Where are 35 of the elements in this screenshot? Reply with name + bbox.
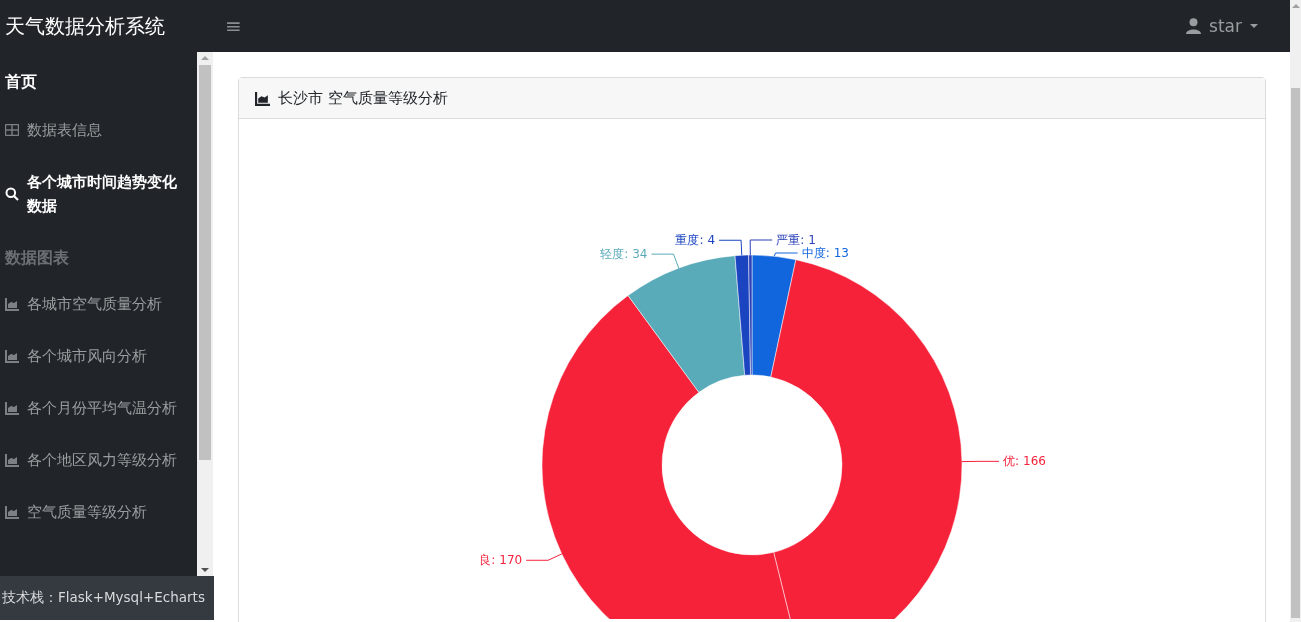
search-icon: [5, 187, 19, 201]
sidebar-item[interactable]: 各个地区风力等级分析: [0, 448, 197, 472]
slice-label: 中度: 13: [801, 246, 849, 260]
scrollbar[interactable]: [1290, 0, 1301, 622]
label-line: [525, 553, 563, 561]
slice-label: 严重: 1: [776, 233, 816, 247]
area-chart-icon: [5, 505, 19, 519]
user-icon: [1186, 18, 1202, 34]
area-chart-icon: [5, 297, 19, 311]
slice-label: 轻度: 34: [600, 247, 648, 262]
area-chart-icon: [5, 401, 19, 415]
table-icon: [5, 124, 19, 136]
app-title: 天气数据分析系统: [4, 12, 166, 40]
label-line: [651, 253, 680, 269]
label-line: [718, 239, 743, 256]
sidebar-item[interactable]: 各个月份平均气温分析: [0, 396, 197, 420]
area-chart-icon: [5, 349, 19, 363]
area-chart-icon: [255, 90, 270, 106]
footer-text: 技术栈：Flask+Mysql+Echarts: [0, 576, 214, 620]
sidebar-item[interactable]: 各城市空气质量分析: [0, 292, 197, 316]
area-chart-icon: [5, 453, 19, 467]
sidebar-item[interactable]: 各个城市风向分析: [0, 344, 197, 368]
user-menu-button[interactable]: star: [1186, 16, 1258, 36]
menu-toggle-button[interactable]: ≡: [221, 14, 246, 38]
slice-label: 重度: 4: [675, 233, 716, 248]
section-heading: 数据图表: [4, 247, 70, 269]
sidebar-item[interactable]: 各个城市时间趋势变化数据: [0, 170, 197, 218]
scrollbar[interactable]: [197, 52, 213, 576]
slice-label: 优: 166: [1002, 454, 1046, 469]
label-line: [961, 460, 1000, 463]
sidebar-item[interactable]: 空气质量等级分析: [0, 500, 197, 524]
card-title: 长沙市 空气质量等级分析: [278, 88, 448, 108]
sidebar-item[interactable]: 数据表信息: [0, 118, 197, 142]
sidebar-item[interactable]: 首页: [0, 70, 197, 94]
slice-label: 良: 170: [479, 553, 523, 568]
